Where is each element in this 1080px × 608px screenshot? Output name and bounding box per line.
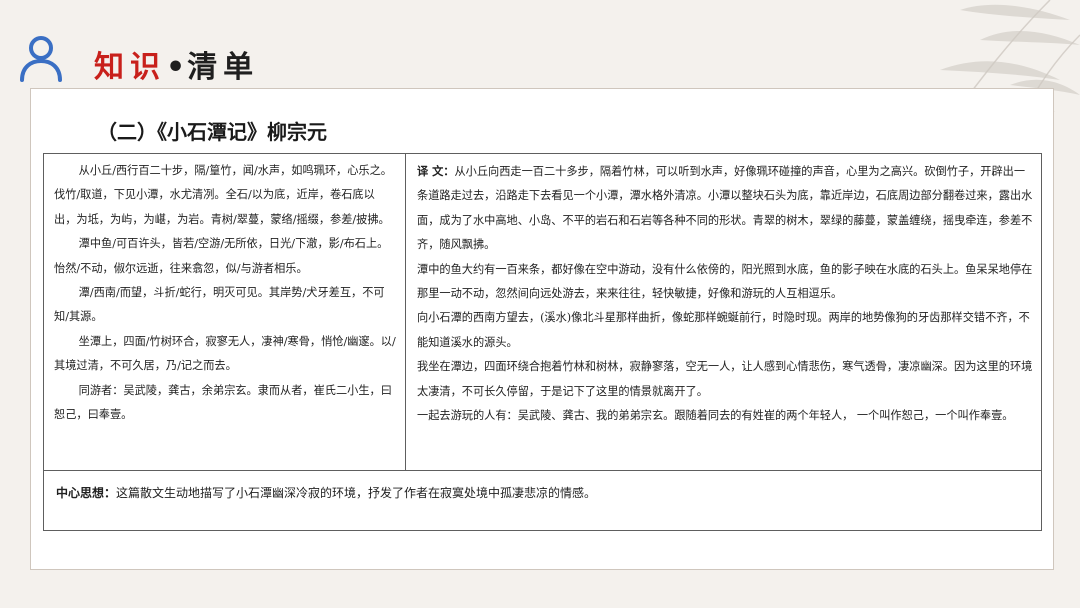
content-card: （二）《小石潭记》柳宗元 从小丘/西行百二十步，隔/篁竹，闻/水声，如鸣珮环，心… xyxy=(30,88,1054,570)
central-idea-text: 这篇散文生动地描写了小石潭幽深冷寂的环境，抒发了作者在寂寞处境中孤凄悲凉的情感。 xyxy=(116,486,597,500)
translation-paragraph: 一起去游玩的人有：吴武陵、龚古、我的弟弟宗玄。跟随着同去的有姓崔的两个年轻人， … xyxy=(417,409,1014,423)
translation-paragraph: 我坐在潭边，四面环绕合抱着竹林和树林，寂静寥落，空无一人，让人感到心情悲伤，寒气… xyxy=(417,360,1033,398)
column-divider xyxy=(405,154,406,470)
translation-text: 从小丘向西走一百二十多步，隔着竹林，可以听到水声，好像珮环碰撞的声音，心里为之高… xyxy=(417,165,1033,252)
central-idea: 中心思想：这篇散文生动地描写了小石潭幽深冷寂的环境，抒发了作者在寂寞处境中孤凄悲… xyxy=(56,484,1026,501)
section-title: （二）《小石潭记》柳宗元 xyxy=(97,120,327,144)
original-paragraph: 从小丘/西行百二十步，隔/篁竹，闻/水声，如鸣珮环，心乐之。伐竹/取道，下见小潭… xyxy=(54,164,392,226)
translation-paragraph: 潭中的鱼大约有一百来条，都好像在空中游动，没有什么依傍的，阳光照到水底，鱼的影子… xyxy=(417,262,1033,301)
original-paragraph: 坐潭上，四面/竹树环合，寂寥无人，凄神/寒骨，悄怆/幽邃。以/其境过清，不可久居… xyxy=(54,334,396,373)
row-divider xyxy=(44,470,1041,471)
original-paragraph: 潭中鱼/可百许头，皆若/空游/无所依，日光/下澈，影/布石上。怡然/不动，俶尔远… xyxy=(54,237,389,275)
header-title-part1: 知识 xyxy=(94,50,166,85)
translation-column: 译 文：从小丘向西走一百二十多步，隔着竹林，可以听到水声，好像珮环碰撞的声音，心… xyxy=(417,159,1035,428)
content-table: 从小丘/西行百二十步，隔/篁竹，闻/水声，如鸣珮环，心乐之。伐竹/取道，下见小潭… xyxy=(43,153,1042,531)
original-paragraph: 潭/西南/而望，斗折/蛇行，明灭可见。其岸势/犬牙差互，不可知/其源。 xyxy=(54,286,385,324)
translation-label: 译 文： xyxy=(417,164,455,178)
original-text-column: 从小丘/西行百二十步，隔/篁竹，闻/水声，如鸣珮环，心乐之。伐竹/取道，下见小潭… xyxy=(54,159,396,427)
user-icon xyxy=(20,36,62,82)
translation-paragraph: 译 文：从小丘向西走一百二十多步，隔着竹林，可以听到水声，好像珮环碰撞的声音，心… xyxy=(417,159,1035,258)
translation-paragraph: 向小石潭的西南方望去，(溪水)像北斗星那样曲折，像蛇那样蜿蜒前行，时隐时现。两岸… xyxy=(417,311,1030,349)
header-title: 知识•清单 xyxy=(94,42,259,86)
header-title-part2: 清单 xyxy=(187,50,260,85)
header-title-separator: • xyxy=(166,50,188,85)
original-paragraph: 同游者：吴武陵，龚古，余弟宗玄。隶而从者，崔氏二小生，曰恕己，曰奉壹。 xyxy=(54,383,392,422)
central-idea-label: 中心思想： xyxy=(56,486,117,500)
